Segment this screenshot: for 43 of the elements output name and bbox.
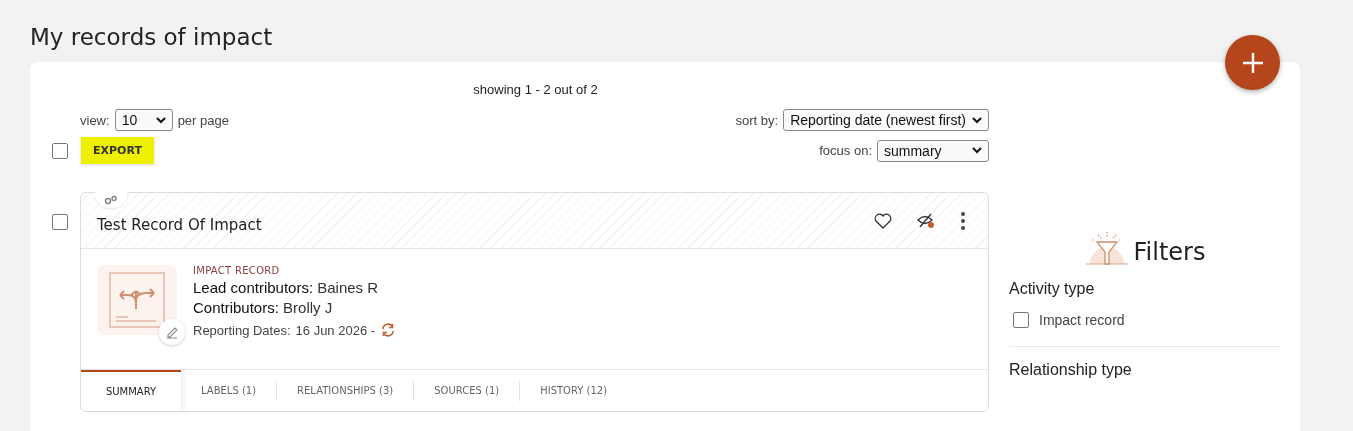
edit-button[interactable] <box>159 319 185 345</box>
pencil-icon <box>165 325 179 339</box>
card-tab[interactable]: SUMMARY <box>81 369 181 411</box>
focus-label: focus on: <box>819 143 872 158</box>
per-page-label: per page <box>177 112 229 128</box>
card-tab[interactable]: SOURCES (1) <box>414 370 520 411</box>
more-options-icon[interactable] <box>960 210 966 231</box>
hidden-eye-icon[interactable] <box>916 211 936 230</box>
heart-icon[interactable] <box>874 212 892 229</box>
record-title[interactable]: Test Record Of Impact <box>97 215 262 234</box>
results-count: showing 1 - 2 out of 2 <box>472 82 599 97</box>
filter-option-label: Impact record <box>1039 312 1125 328</box>
signpost-arrows-icon <box>106 269 168 331</box>
chevron-down-icon <box>972 116 982 124</box>
record-checkbox[interactable] <box>52 214 68 230</box>
focus-select[interactable]: summary <box>877 139 989 162</box>
chevron-down-icon <box>155 116 166 124</box>
card-tab[interactable]: LABELS (1) <box>181 370 277 411</box>
contributors-label: Contributors: <box>193 299 279 316</box>
sort-label: sort by: <box>735 112 779 128</box>
dates-label: Reporting Dates: <box>193 322 291 338</box>
card-tab[interactable]: RELATIONSHIPS (3) <box>277 370 414 411</box>
sort-select[interactable]: Reporting date (newest first) <box>783 109 989 131</box>
card-tab[interactable]: HISTORY (12) <box>520 370 628 411</box>
refresh-icon[interactable] <box>380 322 397 338</box>
plus-icon <box>1240 50 1265 75</box>
select-all-checkbox[interactable] <box>52 142 68 159</box>
record-type: IMPACT RECORD <box>193 265 281 276</box>
filter-checkbox[interactable] <box>1013 312 1029 328</box>
filter-group-title: Relationship type <box>1009 361 1133 379</box>
funnel-icon <box>1083 230 1130 266</box>
filter-group-title: Activity type <box>1009 280 1096 298</box>
view-label: view: <box>80 112 110 128</box>
export-button[interactable]: EXPORT <box>81 137 154 164</box>
dates-value: 16 Jun 2026 - <box>295 322 376 338</box>
page-size-select[interactable]: 10 <box>114 109 173 131</box>
contributors-value: Baines R <box>317 279 379 296</box>
contributors-label: Lead contributors: <box>193 279 314 296</box>
page-title: My records of impact <box>30 23 274 52</box>
chevron-down-icon <box>972 147 982 154</box>
contributors-value: Brolly J <box>283 299 333 316</box>
filters-title: Filters <box>1133 238 1206 266</box>
add-button[interactable] <box>1225 35 1280 90</box>
